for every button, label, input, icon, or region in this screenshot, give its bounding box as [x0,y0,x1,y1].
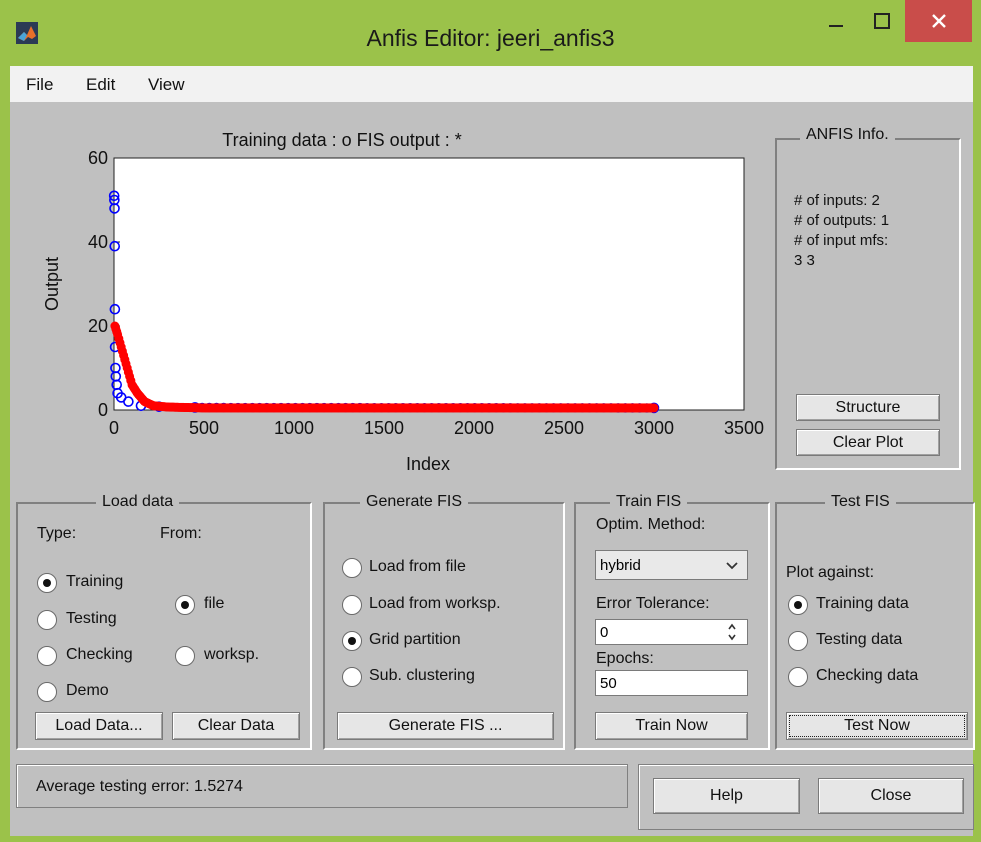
error-tolerance-field[interactable]: 0 [595,619,748,645]
anfis-editor-window: Anfis Editor: jeeri_anfis3 File Edit Vie… [0,0,981,842]
y-axis-label: Output [42,257,62,311]
optim-method-select[interactable]: hybrid [595,550,748,580]
clear-data-button[interactable]: Clear Data [172,712,300,740]
radio-type-training[interactable] [37,573,57,593]
type-testing-label: Testing [66,610,117,627]
plot-against-label: Plot against: [786,564,875,581]
epochs-label: Epochs: [596,650,654,667]
radio-from-workspace[interactable] [175,646,195,666]
x-axis-label: Index [406,454,450,474]
average-testing-error: Average testing error: 1.5274 [36,778,243,795]
radio-load-from-file[interactable] [342,558,362,578]
epochs-field[interactable]: 50 [595,670,748,696]
minimize-button[interactable] [813,0,859,42]
x-tick-label: 0 [109,418,119,438]
structure-button[interactable]: Structure [796,394,940,421]
radio-type-testing[interactable] [37,610,57,630]
radio-load-from-workspace[interactable] [342,595,362,615]
x-tick-label: 1000 [274,418,314,438]
radio-from-file[interactable] [175,595,195,615]
test-now-button[interactable]: Test Now [786,712,968,740]
radio-type-demo[interactable] [37,682,57,702]
close-icon [931,14,946,28]
x-tick-label: 1500 [364,418,404,438]
plot-testing-data-label: Testing data [816,631,903,648]
plot-axes-area [113,157,745,411]
maximize-icon [874,13,890,29]
type-demo-label: Demo [66,682,109,699]
close-window-button[interactable] [905,0,972,42]
x-tick-label: 500 [189,418,219,438]
gen-sub-clustering-label: Sub. clustering [369,667,475,684]
radio-plot-testing-data[interactable] [788,631,808,651]
chevron-down-icon [726,562,738,570]
output-plot: Training data : o FIS output : * 0 500 100… [42,130,764,474]
x-tick-label: 2500 [544,418,584,438]
gen-load-from-file-label: Load from file [369,558,466,575]
gen-load-from-workspace-label: Load from worksp. [369,595,501,612]
radio-sub-clustering[interactable] [342,667,362,687]
close-button[interactable]: Close [818,778,964,814]
maximize-button[interactable] [859,0,905,42]
editor-client-area: Training data : o FIS output : * 0 500 100… [10,102,975,836]
menu-bar: File Edit View [10,66,973,102]
x-tick-label: 3000 [634,418,674,438]
x-tick-label: 3500 [724,418,764,438]
x-tick-label: 2000 [454,418,494,438]
spinner-icon [728,623,736,641]
load-data-button[interactable]: Load Data... [35,712,163,740]
y-tick-label: 0 [98,400,108,420]
test-fis-title: Test FIS [825,493,896,511]
radio-grid-partition[interactable] [342,631,362,651]
radio-plot-checking-data[interactable] [788,667,808,687]
y-tick-label: 40 [88,232,108,252]
minimize-icon [829,25,843,27]
radio-type-checking[interactable] [37,646,57,666]
type-training-label: Training [66,573,124,590]
plot-training-data-label: Training data [816,595,909,612]
title-bar: Anfis Editor: jeeri_anfis3 [0,0,981,66]
optim-method-label: Optim. Method: [596,516,706,533]
load-data-title: Load data [96,493,180,511]
from-workspace-label: worksp. [204,646,260,663]
info-input-mfs: # of input mfs: [794,232,889,249]
from-file-label: file [204,595,225,612]
generate-fis-button[interactable]: Generate FIS ... [337,712,554,740]
error-tolerance-value: 0 [600,623,609,641]
error-tolerance-label: Error Tolerance: [596,595,710,612]
help-button[interactable]: Help [653,778,800,814]
optim-method-value: hybrid [600,556,641,574]
plot-checking-data-label: Checking data [816,667,919,684]
menu-file[interactable]: File [26,66,53,102]
y-tick-label: 60 [88,148,108,168]
radio-plot-training-data[interactable] [788,595,808,615]
type-checking-label: Checking [66,646,133,663]
info-mfs-values: 3 3 [794,252,815,269]
anfis-info-title: ANFIS Info. [800,126,895,144]
clear-plot-button[interactable]: Clear Plot [796,429,940,456]
gen-grid-partition-label: Grid partition [369,631,461,648]
menu-view[interactable]: View [148,66,185,102]
train-now-button[interactable]: Train Now [595,712,748,740]
info-outputs: # of outputs: 1 [794,212,890,229]
type-label: Type: [37,525,77,542]
menu-edit[interactable]: Edit [86,66,115,102]
train-fis-title: Train FIS [610,493,688,511]
y-tick-label: 20 [88,316,108,336]
plot-title: Training data : o FIS output : * [222,130,461,150]
epochs-value: 50 [600,674,617,692]
generate-fis-title: Generate FIS [360,493,469,511]
from-label: From: [160,525,202,542]
info-inputs: # of inputs: 2 [794,192,880,209]
fis-output-point [649,403,659,413]
